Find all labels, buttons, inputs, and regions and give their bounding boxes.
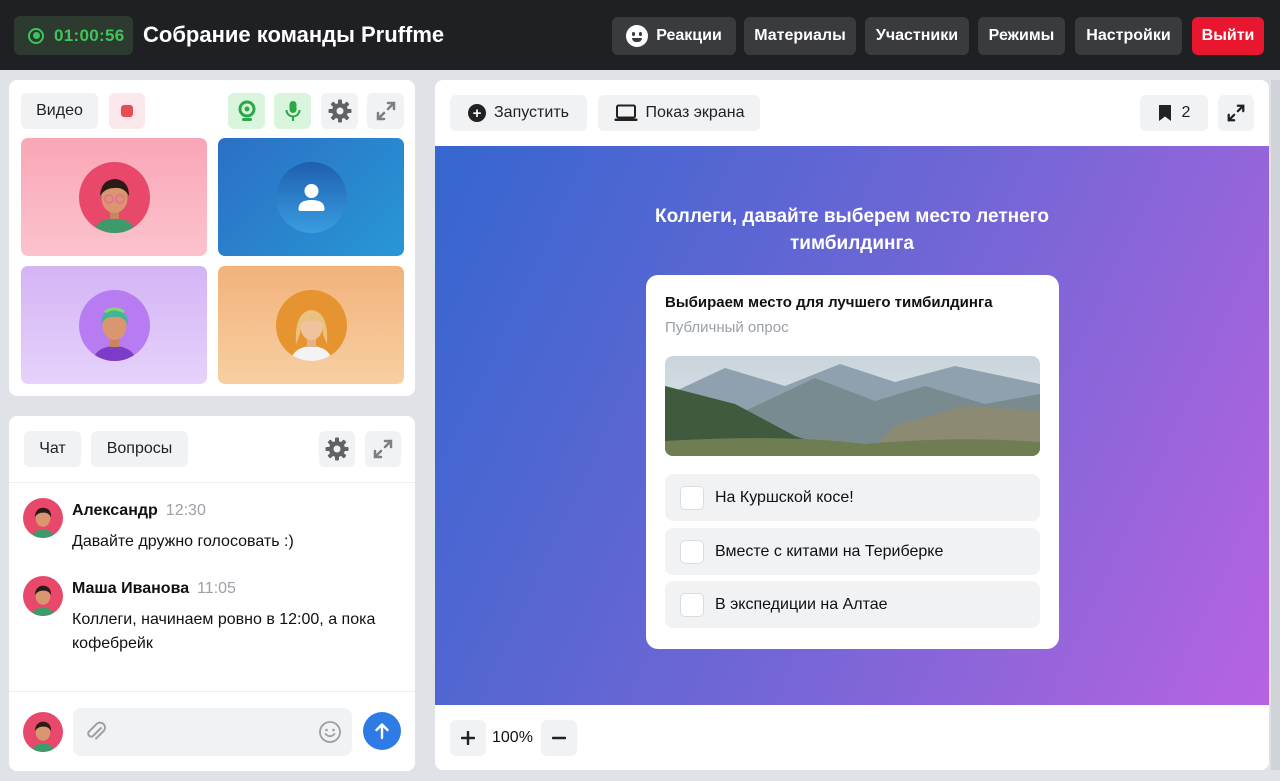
gear-icon [328, 99, 351, 123]
poll-option[interactable]: Вместе с китами на Териберке [665, 528, 1040, 575]
bookmark-icon [1158, 105, 1171, 121]
slide-area: Коллеги, давайте выберем место летнего т… [435, 146, 1269, 705]
reactions-label: Реакции [656, 27, 722, 44]
chat-message-input[interactable] [73, 708, 352, 756]
expand-icon [1227, 104, 1245, 122]
poll-image [665, 356, 1040, 456]
my-avatar [23, 712, 63, 752]
timer-value: 01:00:56 [54, 25, 125, 45]
avatar-placeholder [275, 161, 347, 233]
expand-icon [376, 101, 395, 121]
materials-button[interactable]: Материалы [744, 17, 856, 55]
divider [9, 691, 415, 692]
video-tile-participant-3[interactable] [21, 266, 207, 384]
smile-icon [626, 25, 649, 47]
arrow-up-icon [375, 723, 389, 740]
video-tile-participant-1[interactable] [21, 138, 207, 256]
meeting-title: Собрание команды Pruffme [143, 22, 445, 47]
avatar [275, 289, 347, 361]
poll-title: Выбираем место для лучшего тимбилдинга [665, 294, 993, 311]
zoom-bar: 100% [435, 705, 1269, 770]
screen-share-button[interactable]: Показ экрана [598, 95, 760, 131]
chat-expand-button[interactable] [365, 431, 401, 467]
recording-timer: 01:00:56 [14, 16, 133, 55]
attach-icon[interactable] [85, 720, 107, 744]
exit-button[interactable]: Выйти [1192, 17, 1264, 55]
author-name: Маша Иванова [72, 580, 190, 597]
participants-button[interactable]: Участники [865, 17, 969, 55]
launch-label: Запустить [494, 104, 569, 121]
video-tab[interactable]: Видео [21, 93, 98, 129]
avatar [23, 576, 63, 616]
message-text: Давайте дружно голосовать :) [72, 533, 294, 550]
zoom-level: 100% [492, 729, 533, 746]
checkbox[interactable] [680, 485, 704, 510]
launch-button[interactable]: + Запустить [450, 95, 587, 131]
divider [9, 482, 415, 483]
screen-share-label: Показ экрана [645, 104, 745, 121]
plus-circle-icon: + [468, 104, 486, 122]
user-icon [298, 183, 324, 211]
record-icon [121, 105, 133, 117]
settings-button[interactable]: Настройки [1075, 17, 1182, 55]
video-expand-button[interactable] [367, 93, 404, 129]
record-button[interactable] [109, 93, 145, 129]
scrollbar[interactable] [1271, 80, 1280, 770]
avatar [23, 498, 63, 538]
reactions-button[interactable]: Реакции [612, 17, 736, 55]
poll-option[interactable]: В экспедиции на Алтае [665, 581, 1040, 628]
plus-icon [461, 731, 475, 745]
video-tile-participant-2[interactable] [218, 138, 404, 256]
webcam-icon [238, 100, 255, 121]
top-bar: 01:00:56 Собрание команды Pruffme Реакци… [0, 0, 1280, 70]
bookmarks-button[interactable]: 2 [1140, 95, 1208, 131]
poll-subtitle: Публичный опрос [665, 319, 789, 336]
mic-icon [285, 101, 300, 121]
poll-option-label: Вместе с китами на Териберке [715, 542, 944, 560]
video-tile-participant-4[interactable] [218, 266, 404, 384]
avatar [78, 161, 150, 233]
minus-icon [552, 736, 566, 740]
send-button[interactable] [363, 712, 401, 750]
slide-title: Коллеги, давайте выберем место летнего т… [655, 206, 1049, 254]
zoom-in-button[interactable] [450, 720, 486, 756]
author-name: Александр [72, 502, 158, 519]
expand-icon [373, 439, 393, 459]
message-author: Александр 12:30 [72, 502, 206, 520]
bookmark-count: 2 [1181, 104, 1191, 121]
checkbox[interactable] [680, 592, 704, 617]
tab-questions[interactable]: Вопросы [91, 431, 188, 467]
mic-toggle[interactable] [274, 93, 311, 129]
tab-chat[interactable]: Чат [24, 431, 81, 467]
chat-panel: Чат Вопросы Александр 12:30 Давайте друж… [9, 416, 415, 771]
gear-icon [325, 437, 349, 461]
poll-card: Выбираем место для лучшего тимбилдинга П… [646, 275, 1059, 649]
poll-option-label: В экспедиции на Алтае [715, 595, 888, 613]
laptop-icon [614, 104, 638, 121]
recording-indicator-icon [28, 27, 44, 44]
message-time: 12:30 [165, 502, 206, 519]
presentation-expand-button[interactable] [1218, 95, 1254, 131]
zoom-out-button[interactable] [541, 720, 577, 756]
checkbox[interactable] [680, 539, 704, 564]
message-author: Маша Иванова 11:05 [72, 580, 236, 598]
presentation-panel: + Запустить Показ экрана 2 Коллеги, дава… [435, 80, 1269, 770]
message-text: Коллеги, начинаем ровно в 12:00, а пока … [72, 611, 376, 652]
modes-button[interactable]: Режимы [978, 17, 1065, 55]
emoji-icon[interactable] [318, 720, 342, 744]
video-panel: Видео [9, 80, 415, 396]
poll-option-label: На Куршской косе! [715, 488, 854, 506]
avatar [78, 289, 150, 361]
webcam-toggle[interactable] [228, 93, 265, 129]
chat-settings-button[interactable] [319, 431, 355, 467]
video-settings-button[interactable] [321, 93, 358, 129]
message-time: 11:05 [197, 580, 236, 597]
poll-option[interactable]: На Куршской косе! [665, 474, 1040, 521]
